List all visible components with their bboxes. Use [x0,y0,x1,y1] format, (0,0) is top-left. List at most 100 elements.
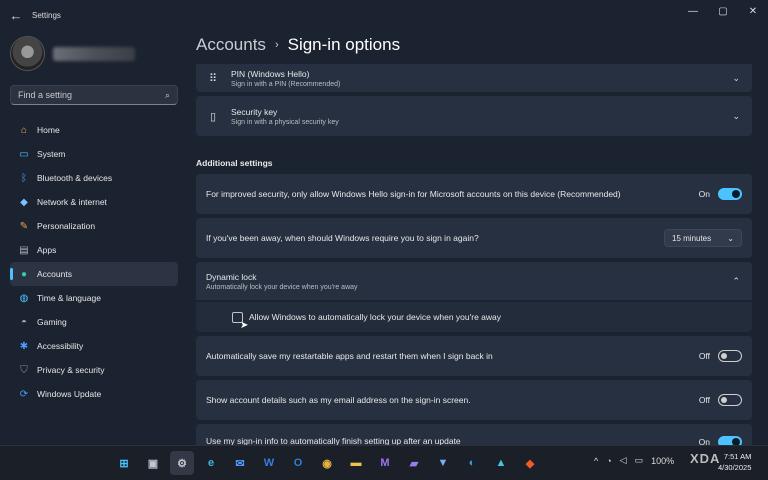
sidebar-item-label: Windows Update [37,389,102,399]
tray-chevron-icon[interactable]: ^ [594,456,598,466]
require-signin-label: If you've been away, when should Windows… [206,233,479,243]
start-icon[interactable]: ⊞ [112,451,136,475]
wifi-icon[interactable]: ◔ [606,456,611,466]
dynamic-lock-checkbox-label[interactable]: Allow Windows to automatically lock your… [249,312,501,322]
hello-only-row: For improved security, only allow Window… [196,174,752,214]
folder-icon[interactable]: ▰ [402,451,426,475]
profile[interactable] [10,36,135,71]
bluetooth-icon: ᛒ [21,172,27,184]
pin-title: PIN (Windows Hello) [231,68,310,79]
sidebar-item-label: Personalization [37,221,96,231]
battery-level: 100% [651,455,675,466]
sidebar-item-personalization[interactable]: ✎ Personalization [10,214,178,238]
chevron-up-icon[interactable]: ⌃ [732,276,740,287]
account-details-state: Off [698,395,710,405]
home-icon: ⌂ [20,124,28,136]
signin-info-row: Use my sign-in info to automatically fin… [196,424,752,445]
page-title: Sign-in options [287,35,401,54]
hello-only-state: On [698,189,710,199]
breadcrumb-parent[interactable]: Accounts [196,35,266,55]
window-controls: — ▢ ✕ [678,0,768,24]
clock-date: 4/30/2025 [718,463,752,472]
task-view-icon[interactable]: ▣ [141,451,165,475]
breadcrumb: Accounts › Sign-in options [196,35,400,55]
clipchamp-icon[interactable]: M [373,451,397,475]
word-icon[interactable]: W [257,451,281,475]
brave-icon[interactable]: ◆ [518,451,542,475]
taskbar-apps: ⊞ ▣ ⚙ e ✉ W O ◉ ▬ M ▰ ▼ ◐ ▲ ◆ [112,451,547,475]
signin-info-label: Use my sign-in info to automatically fin… [206,436,461,445]
sidebar-item-accounts[interactable]: ● Accounts [10,262,178,286]
vpn-icon[interactable]: ▼ [431,451,455,475]
close-button[interactable]: ✕ [738,0,768,22]
account-details-label: Show account details such as my email ad… [206,395,471,405]
sidebar-item-label: Time & language [37,293,101,303]
gamepad-icon: ◓ [20,316,28,328]
sidebar-item-label: System [37,149,66,159]
sidebar-item-system[interactable]: ▭ System [10,142,178,166]
file-explorer-icon[interactable]: ▬ [344,451,368,475]
sidebar-item-gaming[interactable]: ◓ Gaming [10,310,178,334]
update-icon: ⟳ [19,388,29,400]
system-icon: ▭ [19,148,29,160]
search-input[interactable] [18,90,165,100]
breadcrumb-separator-icon: › [274,39,279,51]
taskbar: ⊞ ▣ ⚙ e ✉ W O ◉ ▬ M ▰ ▼ ◐ ▲ ◆ ^ ◔ ◁ ▭ 100% 7:51 AM 4/3… [0,445,768,480]
account-details-toggle[interactable] [718,394,742,406]
clock[interactable]: 7:51 AM 4/30/2025 [718,451,751,473]
hello-only-label: For improved security, only allow Window… [206,189,621,199]
dynamic-lock-subtitle: Automatically lock your device when you'… [206,283,358,291]
hello-only-toggle[interactable] [718,188,742,200]
search-icon[interactable]: ⌕ [165,90,170,101]
avatar [10,36,45,71]
sidebar-item-label: Home [37,125,60,135]
usb-key-icon: ▯ [209,110,217,123]
battery-icon[interactable]: ▭ [635,455,644,466]
mail-icon[interactable]: ✉ [228,451,252,475]
require-signin-row: If you've been away, when should Windows… [196,218,752,258]
maximize-button[interactable]: ▢ [708,0,738,22]
minimize-button[interactable]: — [678,0,708,22]
chevron-down-icon[interactable]: ⌄ [732,73,740,84]
back-button[interactable]: ← [2,0,30,30]
sidebar-item-apps[interactable]: ▤ Apps [10,238,178,262]
sidebar-item-windows-update[interactable]: ⟳ Windows Update [10,382,178,406]
outlook-icon[interactable]: O [286,451,310,475]
photos-icon[interactable]: ▲ [489,451,513,475]
settings-app-icon[interactable]: ⚙ [170,451,194,475]
sidebar-item-privacy-security[interactable]: ⛉ Privacy & security [10,358,178,382]
person-icon: ● [20,268,28,280]
accessibility-icon: ✱ [19,340,29,352]
chevron-down-icon[interactable]: ⌄ [732,111,740,122]
dynamic-lock-card[interactable]: Dynamic lock Automatically lock your dev… [196,262,752,300]
edge-icon[interactable]: e [199,451,223,475]
sidebar-item-time-language[interactable]: ◍ Time & language [10,286,178,310]
apps-icon: ▤ [19,244,29,256]
sidebar-item-bluetooth-devices[interactable]: ᛒ Bluetooth & devices [10,166,178,190]
restart-apps-toggle[interactable] [718,350,742,362]
pin-card[interactable]: ⠿ PIN (Windows Hello) Sign in with a PIN… [196,64,752,92]
pin-keypad-icon: ⠿ [208,72,218,85]
require-signin-dropdown[interactable]: 15 minutes ⌄ [664,229,742,247]
volume-icon[interactable]: ◁ [620,455,627,466]
signin-info-toggle[interactable] [718,436,742,445]
browser-icon[interactable]: ◐ [460,451,484,475]
security-key-card[interactable]: ▯ Security key Sign in with a physical s… [196,96,752,136]
brush-icon: ✎ [19,220,29,232]
sidebar-item-home[interactable]: ⌂ Home [10,118,178,142]
restart-apps-row: Automatically save my restartable apps a… [196,336,752,376]
sidebar-item-network-internet[interactable]: ◆ Network & internet [10,190,178,214]
watermark: XDA [690,451,721,466]
search-box[interactable]: ⌕ [10,85,178,105]
chevron-down-icon: ⌄ [727,233,734,243]
mouse-cursor-icon: ➤ [240,320,249,331]
sidebar-item-label: Apps [37,245,57,255]
globe-icon: ◍ [19,292,29,304]
sidebar: ⌕ ⌂ Home ▭ System ᛒ Bluetooth & devices ◆ Netwo… [0,30,188,445]
wifi-icon: ◆ [20,196,28,208]
chrome-icon[interactable]: ◉ [315,451,339,475]
require-signin-value: 15 minutes [672,233,712,243]
sidebar-item-accessibility[interactable]: ✱ Accessibility [10,334,178,358]
restart-apps-label: Automatically save my restartable apps a… [206,351,493,361]
additional-settings-heading: Additional settings [196,158,273,168]
